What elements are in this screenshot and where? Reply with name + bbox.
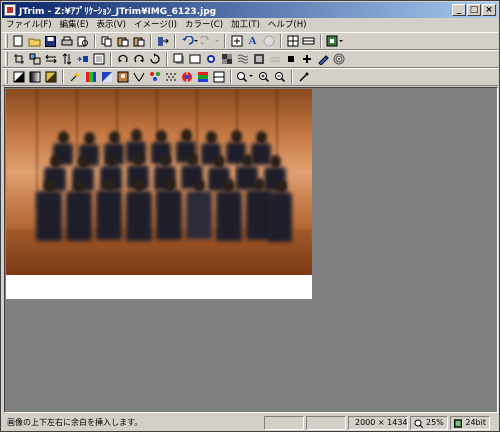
toolbar-grip[interactable]	[5, 34, 8, 48]
menu-color[interactable]: カラー(C)	[181, 19, 227, 31]
window-title: JTrim - Z:¥ｱﾌﾟﾘｹｰｼｮﾝ_JTrim¥IMG_6123.jpg	[19, 6, 217, 17]
menu-image[interactable]: イメージ(I)	[130, 19, 181, 31]
noise-icon[interactable]	[251, 52, 266, 66]
close-button[interactable]: ×	[482, 4, 496, 16]
minimize-button[interactable]: _	[452, 4, 466, 16]
copy-icon[interactable]	[99, 34, 114, 48]
menu-process[interactable]: 加工(T)	[227, 19, 264, 31]
menu-file[interactable]: ファイル(F)	[2, 19, 56, 31]
title-bar[interactable]: JTrim - Z:¥ｱﾌﾟﾘｹｰｼｮﾝ_JTrim¥IMG_6123.jpg …	[2, 2, 498, 18]
gradient-icon[interactable]	[27, 70, 42, 84]
zoom-out-icon[interactable]	[272, 70, 287, 84]
eyedropper-icon[interactable]	[296, 70, 311, 84]
shadow-icon[interactable]	[171, 52, 186, 66]
open-icon[interactable]	[27, 34, 42, 48]
pencil-icon[interactable]	[315, 52, 330, 66]
resize-icon[interactable]	[27, 52, 42, 66]
toolbar-edit	[2, 50, 498, 68]
frame-icon[interactable]	[325, 34, 345, 48]
zoom-value: 25%	[426, 418, 444, 427]
border-icon[interactable]	[91, 52, 106, 66]
paste-icon[interactable]	[115, 34, 130, 48]
flip-h-icon[interactable]	[43, 52, 58, 66]
maximize-button[interactable]: □	[467, 4, 481, 16]
blur-icon[interactable]	[235, 52, 250, 66]
status-bitdepth: 24bit	[450, 416, 490, 430]
paste-new-icon[interactable]	[131, 34, 146, 48]
frame2-icon[interactable]	[187, 52, 202, 66]
toolbar-grip[interactable]	[5, 52, 8, 66]
status-dimensions: 2000 × 1434	[348, 416, 408, 430]
picture-icon[interactable]	[99, 70, 114, 84]
levels-icon[interactable]	[43, 70, 58, 84]
rotate-left-icon[interactable]	[115, 52, 130, 66]
dots-icon[interactable]	[147, 70, 162, 84]
rotate-icon[interactable]	[147, 52, 162, 66]
status-empty-1	[264, 416, 304, 430]
menu-view[interactable]: 表示(V)	[93, 19, 130, 31]
pen-icon[interactable]	[299, 52, 314, 66]
rgb-icon[interactable]	[195, 70, 210, 84]
mosaic-icon[interactable]	[219, 52, 234, 66]
new-icon[interactable]	[11, 34, 26, 48]
bold-icon[interactable]	[283, 52, 298, 66]
status-message: 画像の上下左右に余白を挿入します。	[7, 418, 143, 427]
circle-select-icon[interactable]	[261, 34, 276, 48]
toolbar-grip[interactable]	[5, 70, 8, 84]
menu-help[interactable]: ヘルプ(H)	[264, 19, 311, 31]
color-icon[interactable]	[83, 70, 98, 84]
text-icon[interactable]: A	[245, 34, 260, 48]
status-empty-2	[306, 416, 346, 430]
levels2-icon[interactable]	[211, 70, 226, 84]
fit-window-icon[interactable]	[229, 34, 244, 48]
zoom-menu-icon[interactable]	[235, 70, 255, 84]
gamma-icon[interactable]	[115, 70, 130, 84]
toolbar-main: A	[2, 32, 498, 50]
flip-v-icon[interactable]	[59, 52, 74, 66]
image-canvas[interactable]	[6, 89, 312, 299]
app-window: JTrim - Z:¥ｱﾌﾟﾘｹｰｼｮﾝ_JTrim¥IMG_6123.jpg …	[0, 0, 500, 432]
fill-icon[interactable]	[11, 70, 26, 84]
redo-icon[interactable]	[200, 34, 220, 48]
mono-icon[interactable]	[179, 70, 194, 84]
toolbar-color	[2, 68, 498, 86]
grid-icon[interactable]	[285, 34, 300, 48]
app-icon[interactable]	[4, 4, 16, 16]
sepia-icon[interactable]	[163, 70, 178, 84]
spiral-icon[interactable]	[331, 52, 346, 66]
flip-arrows-icon[interactable]	[75, 52, 90, 66]
bitdepth-value: 24bit	[465, 418, 486, 427]
color-depth-icon	[454, 418, 463, 428]
print-icon[interactable]	[59, 34, 74, 48]
group-photo	[6, 89, 312, 275]
ruler-icon[interactable]	[301, 34, 316, 48]
dimensions-value: 2000 × 1434	[355, 418, 408, 427]
star-icon[interactable]	[203, 52, 218, 66]
rotate-right-icon[interactable]	[131, 52, 146, 66]
zoom-in-icon[interactable]	[256, 70, 271, 84]
menu-bar: ファイル(F) 編集(E) 表示(V) イメージ(I) カラー(C) 加工(T)…	[2, 18, 498, 32]
image-workspace[interactable]	[4, 87, 498, 413]
sharpen-icon[interactable]	[267, 52, 282, 66]
menu-edit[interactable]: 編集(E)	[56, 19, 93, 31]
status-bar: 画像の上下左右に余白を挿入します。 2000 × 1434 25% 24bit	[2, 415, 498, 431]
zoom-icon	[414, 419, 423, 428]
redo-arrow-icon[interactable]	[155, 34, 170, 48]
crop-icon[interactable]	[11, 52, 26, 66]
save-icon[interactable]	[43, 34, 58, 48]
wand-icon[interactable]	[67, 70, 82, 84]
hue-icon[interactable]	[131, 70, 146, 84]
print-preview-icon[interactable]	[75, 34, 90, 48]
undo-icon[interactable]	[179, 34, 199, 48]
status-zoom: 25%	[410, 416, 448, 430]
